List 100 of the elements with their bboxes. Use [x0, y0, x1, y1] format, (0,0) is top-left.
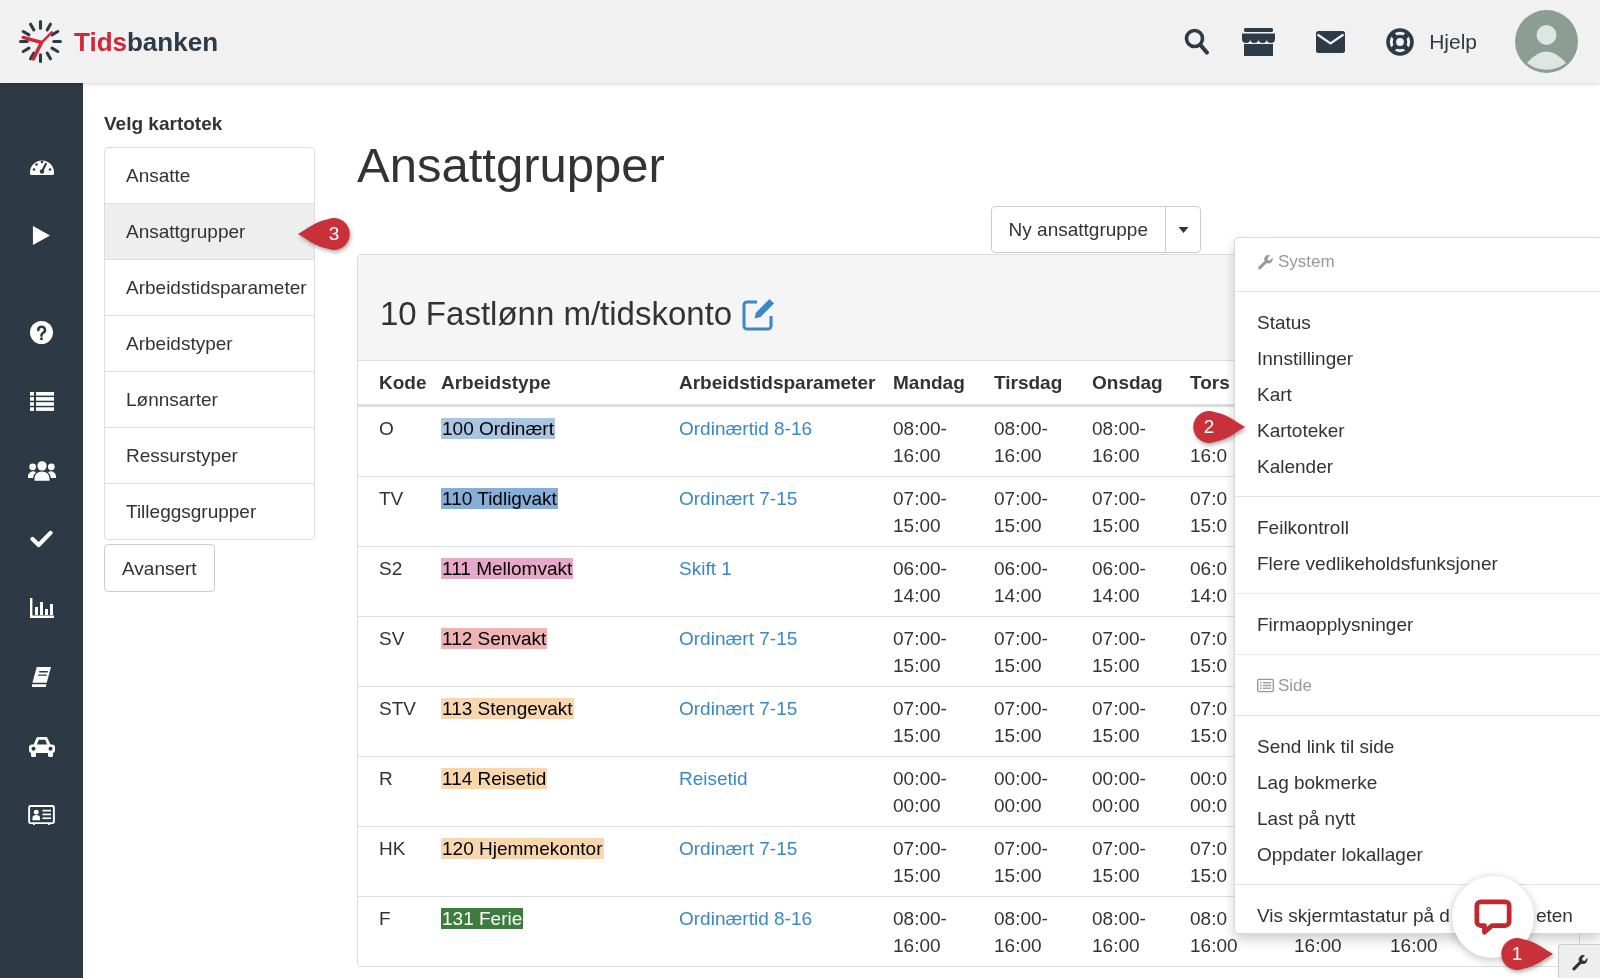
section-heading: Velg kartotek [104, 112, 224, 136]
lifebuoy-icon [1386, 27, 1415, 56]
menu-item[interactable]: Vis skjermtastatur på d [1235, 897, 1450, 933]
logo-icon[interactable] [18, 19, 63, 64]
time-range: 08:0 16:00 [1190, 909, 1238, 955]
play-icon[interactable] [32, 224, 51, 246]
list-item[interactable]: Ansatte [104, 147, 315, 204]
parameter-link[interactable]: Ordinært 7-15 [679, 628, 798, 649]
time-range: 07:0 15:0 [1190, 629, 1227, 675]
row-code: HK [379, 838, 406, 859]
time-range: 07:0 15:0 [1190, 699, 1227, 745]
time-range: 07:00- 15:00 [1092, 629, 1146, 675]
menu-item[interactable]: Innstillinger [1235, 340, 1376, 376]
time-range: 06:00- 14:00 [893, 559, 947, 605]
column-header: Kode [379, 372, 427, 393]
users-icon[interactable] [27, 459, 56, 481]
column-header: Arbeidstype [441, 372, 551, 393]
menu-item[interactable]: Firmaopplysninger [1235, 606, 1436, 642]
parameter-link[interactable]: Skift 1 [679, 558, 732, 579]
list-item[interactable]: Lønnsarter [104, 371, 315, 428]
time-range: 00:00- 00:00 [994, 769, 1048, 815]
parameter-link[interactable]: Ordinærtid 8-16 [679, 908, 813, 929]
time-range: 06:00- 14:00 [994, 559, 1048, 605]
parameter-link[interactable]: Ordinærtid 8-16 [679, 418, 813, 439]
time-range: 07:00- 15:00 [1092, 699, 1146, 745]
logo-wordmark[interactable]: Tidsbanken [74, 25, 218, 58]
checkmark-icon[interactable] [30, 530, 53, 548]
menu-item[interactable]: Flere vedlikeholdsfunksjoner [1235, 545, 1520, 581]
row-code: TV [379, 488, 404, 509]
menu-section-label: Side [1278, 674, 1313, 697]
list-panel-icon [1257, 676, 1274, 694]
time-range: 08:00- 16:00 [893, 909, 947, 955]
menu-item[interactable]: Send link til side [1235, 728, 1417, 764]
work-type-label: 111 Mellomvakt [441, 558, 574, 579]
work-type-label: 100 Ordinært [441, 418, 555, 439]
column-header: Arbeidstidsparameter [679, 372, 876, 393]
id-card-icon[interactable] [28, 805, 55, 825]
list-item[interactable]: Ressurstyper [104, 427, 315, 484]
menu-item[interactable]: Last på nytt [1235, 800, 1378, 836]
time-range: 16:00 [1294, 936, 1342, 955]
time-range: 07:00- 15:00 [1092, 489, 1146, 535]
help-link[interactable]: Hjelp [1386, 27, 1477, 56]
step-badge: 1 [1500, 937, 1554, 971]
menu-item[interactable]: Oppdater lokallager [1235, 836, 1445, 872]
speech-bubble-icon [1474, 898, 1512, 936]
search-icon[interactable] [1184, 28, 1210, 55]
column-header: Tirsdag [994, 372, 1063, 393]
menu-section-label: System [1278, 250, 1335, 273]
time-range: 07:00- 15:00 [994, 629, 1048, 675]
menu-item[interactable]: Feilkontroll [1235, 509, 1371, 545]
dropdown-toggle-button[interactable] [1165, 206, 1201, 253]
new-group-button[interactable]: Ny ansattgruppe [990, 206, 1166, 253]
work-type-label: 113 Stengevakt [441, 698, 574, 719]
store-icon[interactable] [1241, 27, 1277, 56]
menu-item[interactable]: Status [1235, 304, 1333, 340]
time-range: 08:00- 16:00 [1092, 909, 1146, 955]
menu-item[interactable]: Lag bokmerke [1235, 764, 1400, 800]
tools-button[interactable] [1558, 944, 1600, 978]
menu-item[interactable]: Kart [1235, 376, 1314, 412]
time-range: 00:00- 00:00 [1092, 769, 1146, 815]
envelope-icon[interactable] [1316, 30, 1346, 53]
row-code: R [379, 768, 393, 789]
work-type-label: 131 Ferie [441, 908, 524, 929]
column-header: Onsdag [1092, 372, 1163, 393]
edit-icon[interactable] [742, 297, 777, 331]
time-range: 00:0 00:0 [1190, 769, 1227, 815]
time-range: 16:00 [1390, 936, 1438, 955]
work-type-label: 110 Tidligvakt [441, 488, 558, 509]
car-icon[interactable] [27, 735, 56, 757]
book-icon[interactable] [31, 667, 52, 687]
list-item[interactable]: Tilleggsgrupper [104, 483, 315, 540]
page-title: Ansattgrupper [357, 138, 666, 192]
menu-item[interactable]: Kalender [1235, 448, 1356, 484]
time-range: 08:00- 16:00 [994, 419, 1048, 465]
work-type-label: 112 Senvakt [441, 628, 548, 649]
list-item[interactable]: Ansattgrupper [104, 203, 315, 260]
work-type-label: 114 Reisetid [441, 768, 548, 789]
help-icon[interactable] [30, 320, 53, 344]
time-range: 07:0 15:0 [1190, 839, 1227, 885]
step-badge: 3 [297, 217, 351, 251]
list-icon[interactable] [29, 391, 54, 411]
work-type-label: 120 Hjemmekontor [441, 838, 604, 859]
parameter-link[interactable]: Reisetid [679, 768, 748, 789]
time-range: 06:00- 14:00 [1092, 559, 1146, 605]
row-code: F [379, 908, 391, 929]
time-range: 08:00- 16:00 [994, 909, 1048, 955]
list-item[interactable]: Arbeidstidsparameter [104, 259, 315, 316]
advanced-button[interactable]: Avansert [104, 544, 215, 592]
wrench-icon [1257, 252, 1274, 270]
row-code: O [379, 418, 394, 439]
bar-chart-icon[interactable] [29, 598, 54, 618]
step-badge: 2 [1192, 410, 1246, 444]
parameter-link[interactable]: Ordinært 7-15 [679, 698, 798, 719]
parameter-link[interactable]: Ordinært 7-15 [679, 488, 798, 509]
parameter-link[interactable]: Ordinært 7-15 [679, 838, 798, 859]
time-range: 07:00- 15:00 [893, 629, 947, 675]
time-range: 08:00- 16:00 [1092, 419, 1146, 465]
time-range: 06:0 14:0 [1190, 559, 1227, 605]
list-item[interactable]: Arbeidstyper [104, 315, 315, 372]
menu-item-text: eten [1535, 903, 1573, 928]
